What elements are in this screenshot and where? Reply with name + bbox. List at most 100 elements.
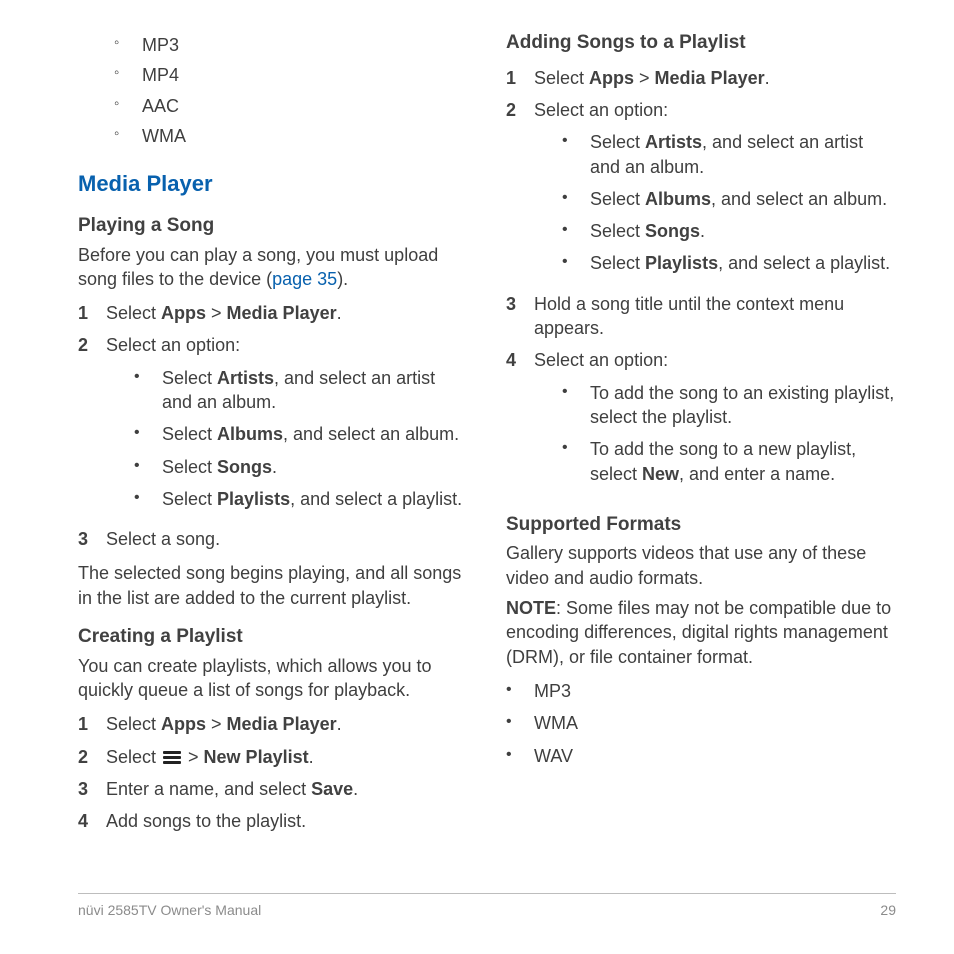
list-item: WMA	[506, 707, 896, 739]
option-list: To add the song to an existing playlist,…	[534, 377, 896, 490]
list-item: Select Playlists, and select a playlist.	[534, 247, 896, 279]
term-playlists: Playlists	[645, 253, 718, 273]
steps-playing: Select Apps > Media Player. Select an op…	[78, 297, 468, 555]
option-list: Select Artists, and select an artist and…	[106, 362, 468, 515]
text: >	[206, 714, 227, 734]
text: Enter a name, and select	[106, 779, 311, 799]
paragraph: Before you can play a song, you must upl…	[78, 243, 468, 292]
text: Select an option:	[534, 100, 668, 120]
page-number: 29	[880, 902, 896, 918]
list-item: AAC	[78, 91, 468, 121]
text: Select an option:	[534, 350, 668, 370]
step: Hold a song title until the context menu…	[506, 288, 896, 345]
term-artists: Artists	[645, 132, 702, 152]
text: .	[337, 714, 342, 734]
text: Select	[106, 303, 161, 323]
text: Select	[590, 221, 645, 241]
step: Select an option: Select Artists, and se…	[78, 329, 468, 523]
menu-icon	[163, 751, 181, 764]
term-songs: Songs	[645, 221, 700, 241]
term-media-player: Media Player	[227, 303, 337, 323]
step: Select Apps > Media Player.	[506, 62, 896, 94]
step: Add songs to the playlist.	[78, 805, 468, 837]
heading-supported-formats: Supported Formats	[506, 512, 896, 538]
text: .	[353, 779, 358, 799]
text: Select	[162, 457, 217, 477]
text: Select	[162, 424, 217, 444]
text: : Some files may not be compatible due t…	[506, 598, 891, 667]
text: , and select an album.	[283, 424, 459, 444]
paragraph: Gallery supports videos that use any of …	[506, 541, 896, 590]
page-footer: nüvi 2585TV Owner's Manual 29	[78, 893, 896, 918]
text: Select	[590, 253, 645, 273]
option-list: Select Artists, and select an artist and…	[534, 126, 896, 279]
term-apps: Apps	[589, 68, 634, 88]
text: .	[765, 68, 770, 88]
step: Select an option: To add the song to an …	[506, 344, 896, 497]
term-save: Save	[311, 779, 353, 799]
steps-creating: Select Apps > Media Player. Select > New…	[78, 708, 468, 837]
list-item: WAV	[506, 740, 896, 772]
term-albums: Albums	[217, 424, 283, 444]
text: >	[183, 747, 204, 767]
note: NOTE: Some files may not be compatible d…	[506, 596, 896, 669]
text: ).	[337, 269, 348, 289]
term-artists: Artists	[217, 368, 274, 388]
text: Select	[534, 68, 589, 88]
right-column: Adding Songs to a Playlist Select Apps >…	[506, 30, 896, 844]
list-item: MP3	[506, 675, 896, 707]
list-item: Select Artists, and select an artist and…	[106, 362, 468, 419]
text: Select	[162, 368, 217, 388]
term-apps: Apps	[161, 303, 206, 323]
heading-adding-songs: Adding Songs to a Playlist	[506, 30, 896, 56]
list-item: Select Playlists, and select a playlist.	[106, 483, 468, 515]
text: .	[700, 221, 705, 241]
text: .	[337, 303, 342, 323]
text: Select	[590, 132, 645, 152]
term-playlists: Playlists	[217, 489, 290, 509]
list-item: Select Albums, and select an album.	[534, 183, 896, 215]
page-body: MP3 MP4 AAC WMA Media Player Playing a S…	[0, 0, 954, 874]
list-item: Select Artists, and select an artist and…	[534, 126, 896, 183]
heading-playing-a-song: Playing a Song	[78, 213, 468, 239]
text: Before you can play a song, you must upl…	[78, 245, 438, 289]
term-media-player: Media Player	[227, 714, 337, 734]
step: Select Apps > Media Player.	[78, 297, 468, 329]
term-media-player: Media Player	[655, 68, 765, 88]
text: .	[309, 747, 314, 767]
left-column: MP3 MP4 AAC WMA Media Player Playing a S…	[78, 30, 468, 844]
list-item: To add the song to an existing playlist,…	[534, 377, 896, 434]
list-item: Select Songs.	[534, 215, 896, 247]
step: Select a song.	[78, 523, 468, 555]
heading-creating-playlist: Creating a Playlist	[78, 624, 468, 650]
text: Select	[106, 714, 161, 734]
list-item: MP3	[78, 30, 468, 60]
step: Enter a name, and select Save.	[78, 773, 468, 805]
top-format-list: MP3 MP4 AAC WMA	[78, 30, 468, 151]
text: , and select a playlist.	[718, 253, 890, 273]
text: Select an option:	[106, 335, 240, 355]
section-heading-media-player: Media Player	[78, 169, 468, 199]
step: Select Apps > Media Player.	[78, 708, 468, 740]
format-list: MP3 WMA WAV	[506, 675, 896, 772]
text: .	[272, 457, 277, 477]
list-item: To add the song to a new playlist, selec…	[534, 433, 896, 490]
step: Select an option: Select Artists, and se…	[506, 94, 896, 288]
paragraph: You can create playlists, which allows y…	[78, 654, 468, 703]
term-new: New	[642, 464, 679, 484]
text: Select	[590, 189, 645, 209]
term-albums: Albums	[645, 189, 711, 209]
list-item: Select Songs.	[106, 451, 468, 483]
note-label: NOTE	[506, 598, 556, 618]
text: Select	[162, 489, 217, 509]
term-apps: Apps	[161, 714, 206, 734]
text: , and enter a name.	[679, 464, 835, 484]
footer-title: nüvi 2585TV Owner's Manual	[78, 902, 261, 918]
step: Select > New Playlist.	[78, 741, 468, 773]
text: , and select a playlist.	[290, 489, 462, 509]
text: , and select an album.	[711, 189, 887, 209]
term-new-playlist: New Playlist	[204, 747, 309, 767]
text: Select	[106, 747, 161, 767]
steps-adding: Select Apps > Media Player. Select an op…	[506, 62, 896, 498]
link-page-35[interactable]: page 35	[272, 269, 337, 289]
